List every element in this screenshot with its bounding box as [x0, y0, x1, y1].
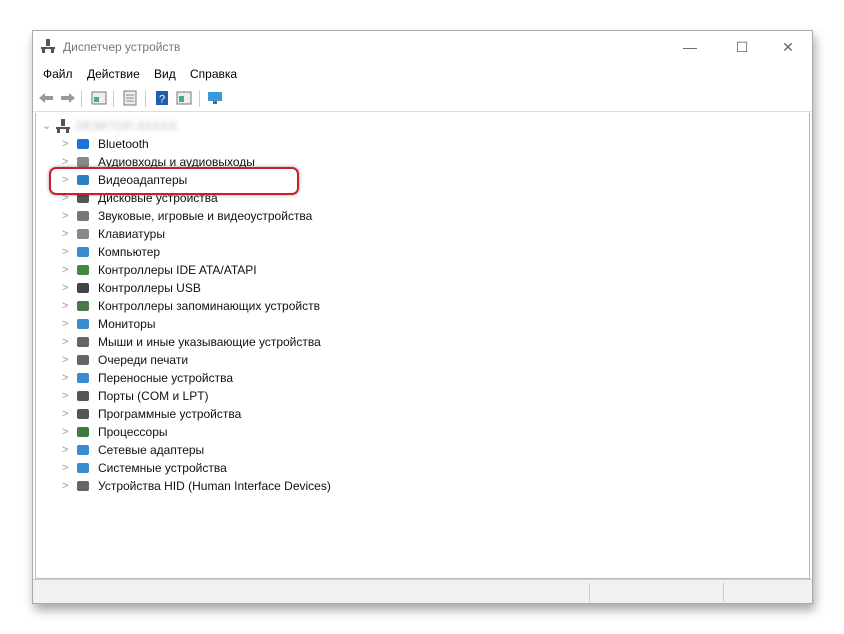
chevron-right-icon[interactable]: > — [62, 261, 68, 279]
network-icon — [77, 445, 89, 455]
chevron-right-icon[interactable]: > — [62, 459, 68, 477]
software-device-icon — [77, 409, 89, 419]
usb-icon — [77, 283, 89, 293]
chevron-right-icon[interactable]: > — [62, 297, 68, 315]
tree-item-label: Мониторы — [98, 317, 156, 331]
device-manager-window: Диспетчер устройств — ☐ ✕ Файл Действие … — [32, 30, 813, 604]
toolbar-separator — [199, 90, 200, 107]
help-icon[interactable]: ? — [154, 90, 170, 106]
tree-item-label: Программные устройства — [98, 407, 242, 421]
chevron-right-icon[interactable]: > — [62, 135, 68, 153]
tree-item-label: Контроллеры запоминающих устройств — [98, 299, 320, 313]
chevron-right-icon[interactable]: > — [62, 405, 68, 423]
device-manager-icon — [41, 39, 55, 53]
tree-item-label: Системные устройства — [98, 461, 227, 475]
status-divider — [723, 583, 724, 602]
minimize-button[interactable]: — — [667, 33, 713, 61]
toolbar: ? — [33, 86, 812, 112]
chevron-right-icon[interactable]: > — [62, 423, 68, 441]
chevron-right-icon[interactable]: > — [62, 477, 68, 495]
chevron-right-icon[interactable]: > — [62, 315, 68, 333]
keyboard-icon — [77, 229, 89, 239]
highlight-annotation — [49, 167, 299, 195]
hid-icon — [77, 481, 89, 491]
tree-item-label: Звуковые, игровые и видеоустройства — [98, 209, 313, 223]
tree-item-label: Мыши и иные указывающие устройства — [98, 335, 321, 349]
monitor-scan-icon[interactable] — [207, 90, 223, 106]
view-icon[interactable] — [122, 90, 138, 106]
printer-icon — [77, 355, 89, 365]
speaker-icon — [77, 211, 89, 221]
port-icon — [77, 391, 89, 401]
computer-root-icon — [56, 119, 70, 133]
tree-item-label: Контроллеры IDE ATA/ATAPI — [98, 263, 257, 277]
storage-icon — [77, 301, 89, 311]
chevron-right-icon[interactable]: > — [62, 207, 68, 225]
toolbar-separator — [113, 90, 114, 107]
mouse-icon — [77, 337, 89, 347]
tree-item-label: Переносные устройства — [98, 371, 234, 385]
tree-item-label: Процессоры — [98, 425, 168, 439]
menu-file[interactable]: Файл — [43, 67, 73, 81]
chevron-right-icon[interactable]: > — [62, 279, 68, 297]
maximize-button[interactable]: ☐ — [719, 33, 765, 61]
properties-icon[interactable] — [91, 90, 107, 106]
tree-item-label: Очереди печати — [98, 353, 189, 367]
tree-item-label: Порты (COM и LPT) — [98, 389, 209, 403]
cpu-icon — [77, 427, 89, 437]
tree-item-label: Клавиатуры — [98, 227, 165, 241]
system-icon — [77, 463, 89, 473]
computer-icon — [77, 247, 89, 257]
toolbar-separator — [145, 90, 146, 107]
back-icon[interactable] — [38, 90, 54, 106]
chevron-right-icon[interactable]: > — [62, 387, 68, 405]
menu-view[interactable]: Вид — [154, 67, 176, 81]
menu-help[interactable]: Справка — [190, 67, 237, 81]
chevron-right-icon[interactable]: > — [62, 225, 68, 243]
window-title: Диспетчер устройств — [63, 40, 181, 54]
menu-action[interactable]: Действие — [87, 67, 140, 81]
close-button[interactable]: ✕ — [765, 33, 811, 61]
chevron-right-icon[interactable]: > — [62, 243, 68, 261]
status-bar — [33, 579, 812, 603]
tree-item-label: Контроллеры USB — [98, 281, 201, 295]
chevron-down-icon[interactable]: ⌄ — [42, 117, 51, 135]
toolbar-separator — [81, 90, 82, 107]
monitor-icon — [77, 319, 89, 329]
update-driver-icon[interactable] — [176, 90, 192, 106]
chevron-right-icon[interactable]: > — [62, 369, 68, 387]
tree-item-label: Устройства HID (Human Interface Devices) — [98, 479, 331, 493]
chevron-right-icon[interactable]: > — [62, 351, 68, 369]
forward-icon[interactable] — [60, 90, 76, 106]
menu-bar: Файл Действие Вид Справка — [33, 63, 812, 85]
tree-item-label: Сетевые адаптеры — [98, 443, 205, 457]
chevron-right-icon[interactable]: > — [62, 441, 68, 459]
computer-name: DESKTOP-XXXXX — [76, 119, 178, 133]
portable-icon — [77, 373, 89, 383]
tree-item-label: Компьютер — [98, 245, 161, 259]
status-divider — [589, 583, 590, 602]
bluetooth-icon — [77, 139, 89, 149]
title-bar: Диспетчер устройств — ☐ ✕ — [33, 31, 812, 63]
svg-text:?: ? — [159, 94, 165, 106]
tree-item-label: Bluetooth — [98, 137, 149, 151]
ide-icon — [77, 265, 89, 275]
chevron-right-icon[interactable]: > — [62, 333, 68, 351]
